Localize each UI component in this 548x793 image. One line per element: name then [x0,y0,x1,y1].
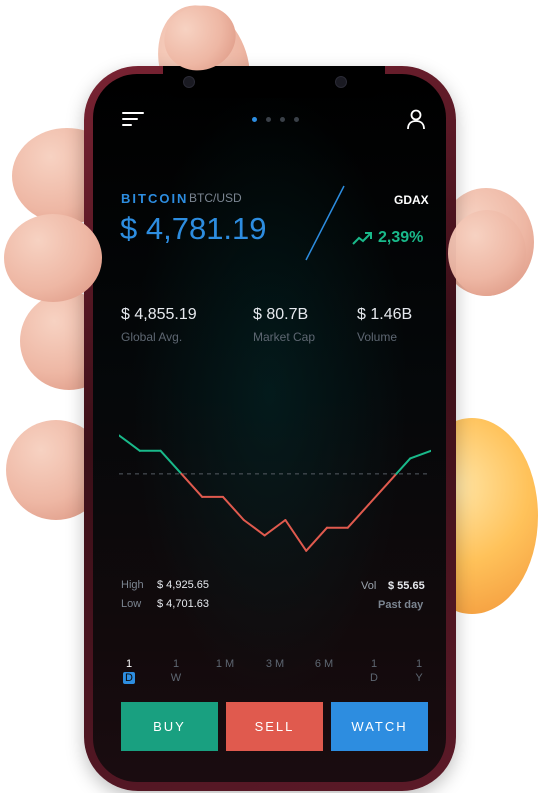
volume-label: Vol [361,580,377,592]
chart-line-segment [388,472,398,483]
stage: BITCOIN BTC/USD $ 4,781.19 GDAX 2,39% $ … [0,0,548,793]
price-chart[interactable] [119,420,431,570]
timeframe-1w[interactable]: 1W [166,657,186,685]
phone-notch [163,66,385,98]
stat-market-cap-value: $ 80.7B [253,306,309,323]
high-label: High [121,579,144,591]
coin-name: BITCOIN [121,191,189,206]
low-value: $ 4,701.63 [157,598,209,610]
stat-volume-value: $ 1.46B [357,306,413,323]
stat-market-cap-label: Market Cap [253,330,316,344]
buy-button[interactable]: BUY [121,702,218,751]
chart-line-segment [409,449,431,460]
chart-line-segment [346,503,370,529]
chart-line-segment [180,472,204,498]
stat-global-avg-label: Global Avg. [121,330,183,344]
pager-dot-2[interactable] [266,117,271,122]
divider-slash [305,185,345,261]
chart-line-segment [367,480,391,506]
timeframe-3m[interactable]: 3 M [260,657,290,671]
pager-dot-1[interactable] [252,117,257,122]
front-camera-icon [183,76,195,88]
finger-front-left-top [4,214,102,302]
pager-dot-3[interactable] [280,117,285,122]
stat-volume-label: Volume [357,330,398,344]
current-price: $ 4,781.19 [120,211,267,246]
sensor-icon [335,76,347,88]
timeframe-1y[interactable]: 1Y [409,657,429,685]
trend-up-icon [352,232,372,245]
exchange-name[interactable]: GDAX [394,193,429,207]
timeframe-6m[interactable]: 6 M [309,657,339,671]
chart-line-segment [305,526,328,552]
chart-line-segment [263,519,287,537]
timeframe-1d[interactable]: 1D [119,657,139,685]
currency-pair: BTC/USD [189,191,242,205]
finger-front-right [448,210,526,296]
watch-button[interactable]: WATCH [331,702,428,751]
menu-icon[interactable] [122,110,146,128]
pager-dot-4[interactable] [294,117,299,122]
chart-line-segment [284,519,308,552]
chart-line-segment [242,519,266,537]
timeframe-1d-alt[interactable]: 1D [364,657,384,685]
volume-value: $ 55.65 [388,580,425,592]
chart-line-segment [159,449,183,475]
period-label: Past day [378,599,424,611]
user-icon[interactable] [406,108,426,130]
chart-line-segment [222,495,245,521]
high-value: $ 4,925.65 [157,579,209,591]
chart-line-segment [119,434,141,452]
low-label: Low [121,598,142,610]
stat-global-avg-value: $ 4,855.19 [121,306,197,323]
timeframe-1m[interactable]: 1 M [210,657,240,671]
price-change: 2,39% [378,229,424,246]
chart-line-segment [395,457,412,475]
sell-button[interactable]: SELL [226,702,323,751]
